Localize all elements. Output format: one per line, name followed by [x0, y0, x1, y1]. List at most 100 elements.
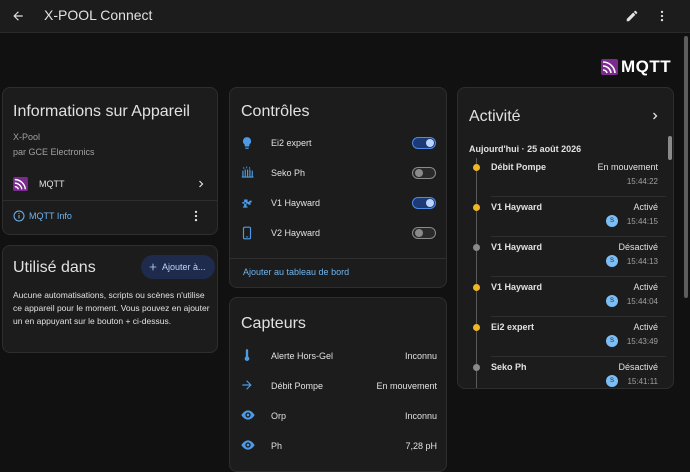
- pump-icon: [242, 199, 252, 208]
- toggle-v1-hayward[interactable]: [412, 197, 436, 209]
- radiator-icon: [241, 166, 254, 178]
- activity-entity: V1 Hayward: [491, 242, 543, 252]
- mqtt-logo-icon: [601, 59, 618, 75]
- activity-time: 15:44:13: [626, 257, 658, 266]
- sensor-label: Alerte Hors-Gel: [271, 351, 334, 361]
- sensor-label: Orp: [271, 411, 287, 421]
- activity-dot: [473, 164, 480, 171]
- back-button[interactable]: [6, 4, 30, 28]
- mqtt-integration-label: MQTT: [39, 179, 65, 189]
- edit-button[interactable]: [620, 4, 644, 28]
- arrow-right-icon: [242, 380, 252, 390]
- sensor-row-orp[interactable]: Orp Inconnu: [230, 400, 446, 430]
- app-bar: X-POOL Connect: [0, 0, 690, 32]
- toggle-ei2-expert[interactable]: [412, 137, 436, 149]
- device-manufacturer: par GCE Electronics: [13, 147, 95, 157]
- activity-entry[interactable]: V1 Hayward Désactivé S 15:44:13: [458, 238, 666, 278]
- activity-entry[interactable]: V1 Hayward Activé S 15:44:04: [458, 278, 666, 318]
- activity-entity: Seko Ph: [491, 362, 527, 372]
- activity-dot: [473, 324, 480, 331]
- eye-icon: [241, 410, 255, 420]
- more-options-button[interactable]: [650, 4, 674, 28]
- pencil-icon: [626, 10, 638, 22]
- used-in-title: Utilisé dans: [13, 259, 96, 276]
- activity-card: Activité Aujourd'hui · 25 août 2026 Débi…: [457, 87, 674, 389]
- control-label: Ei2 expert: [271, 138, 312, 148]
- chevron-right-icon: [653, 112, 658, 120]
- activity-time: 15:43:49: [626, 337, 658, 346]
- user-avatar: S: [606, 255, 618, 267]
- activity-dot: [473, 244, 480, 251]
- control-row-ei2-expert[interactable]: Ei2 expert: [230, 128, 446, 158]
- eye-icon: [241, 440, 255, 450]
- activity-divider: [491, 236, 666, 237]
- sensor-label: Débit Pompe: [271, 381, 324, 391]
- lightbulb-icon: [242, 137, 252, 149]
- activity-time: 15:41:11: [627, 377, 658, 386]
- add-to-button[interactable]: Ajouter à...: [141, 255, 215, 279]
- toggle-v2-hayward[interactable]: [412, 227, 436, 239]
- activity-entry[interactable]: V1 Hayward Activé S 15:44:15: [458, 198, 666, 238]
- activity-entry[interactable]: Seko Ph Désactivé S 15:41:11: [458, 358, 666, 388]
- app-bar-divider: [0, 32, 690, 33]
- activity-entity: Ei2 expert: [491, 322, 535, 332]
- sensor-value: En mouvement: [376, 381, 437, 391]
- activity-entry[interactable]: Débit Pompe En mouvement 15:44:22: [458, 158, 666, 198]
- activity-open-button[interactable]: [649, 109, 661, 127]
- activity-state: Activé: [633, 282, 658, 292]
- activity-time: 15:44:22: [626, 177, 658, 186]
- mqtt-info-link[interactable]: MQTT Info: [13, 210, 72, 222]
- activity-dot: [473, 204, 480, 211]
- add-to-label: Ajouter à...: [162, 262, 206, 272]
- sensor-value: Inconnu: [404, 411, 437, 421]
- control-label: V1 Hayward: [271, 198, 321, 208]
- control-row-v1-hayward[interactable]: V1 Hayward: [230, 188, 446, 218]
- control-row-seko-ph[interactable]: Seko Ph: [230, 158, 446, 188]
- sensor-value: Inconnu: [404, 351, 437, 361]
- activity-entity: V1 Hayward: [491, 202, 543, 212]
- sensor-label: Ph: [271, 441, 283, 451]
- controls-title: Contrôles: [241, 103, 310, 120]
- activity-state: Désactivé: [618, 362, 658, 372]
- user-avatar: S: [606, 295, 618, 307]
- mqtt-integration-row[interactable]: MQTT: [3, 172, 217, 198]
- activity-state: En mouvement: [597, 162, 658, 172]
- plus-icon: [149, 263, 157, 271]
- activity-entity: V1 Hayward: [491, 282, 543, 292]
- chevron-right-icon: [199, 180, 204, 188]
- activity-entry[interactable]: Ei2 expert Activé S 15:43:49: [458, 318, 666, 358]
- activity-state: Activé: [633, 322, 658, 332]
- dots-vertical-icon: [194, 210, 198, 222]
- activity-time: 15:44:15: [626, 217, 658, 226]
- control-row-v2-hayward[interactable]: V2 Hayward: [230, 218, 446, 248]
- activity-state: Activé: [633, 202, 658, 212]
- control-label: Seko Ph: [271, 168, 306, 178]
- activity-state: Désactivé: [618, 242, 658, 252]
- activity-title: Activité: [469, 108, 521, 125]
- device-model: X-Pool: [13, 132, 41, 142]
- user-avatar: S: [606, 215, 618, 227]
- mqtt-logo: MQTT: [601, 57, 671, 77]
- toggle-seko-ph[interactable]: [412, 167, 436, 179]
- activity-date: Aujourd'hui · 25 août 2026: [469, 144, 582, 154]
- device-info-title: Informations sur Appareil: [13, 103, 190, 120]
- used-in-description: Aucune automatisations, scripts ou scène…: [13, 290, 210, 326]
- add-to-dashboard-link[interactable]: Ajouter au tableau de bord: [243, 267, 349, 277]
- mqtt-integration-icon: [13, 177, 28, 191]
- activity-scrollbar[interactable]: [668, 136, 672, 160]
- mqtt-info-label: MQTT Info: [29, 211, 72, 221]
- activity-divider: [491, 196, 666, 197]
- activity-time: 15:44:04: [626, 297, 658, 306]
- sensors-title: Capteurs: [241, 315, 306, 332]
- used-in-card: Utilisé dans Ajouter à... Aucune automat…: [2, 245, 218, 353]
- page-scrollbar[interactable]: [684, 36, 688, 298]
- page-title: X-POOL Connect: [44, 7, 153, 23]
- sensor-row-debit-pompe[interactable]: Débit Pompe En mouvement: [230, 370, 446, 400]
- user-avatar: S: [606, 375, 618, 387]
- info-card-menu-button[interactable]: [189, 209, 203, 228]
- info-card-divider: [3, 200, 217, 201]
- sensor-row-ph[interactable]: Ph 7,28 pH: [230, 430, 446, 460]
- activity-divider: [491, 276, 666, 277]
- sensor-row-alerte-hors-gel[interactable]: Alerte Hors-Gel Inconnu: [230, 340, 446, 370]
- activity-divider: [491, 316, 666, 317]
